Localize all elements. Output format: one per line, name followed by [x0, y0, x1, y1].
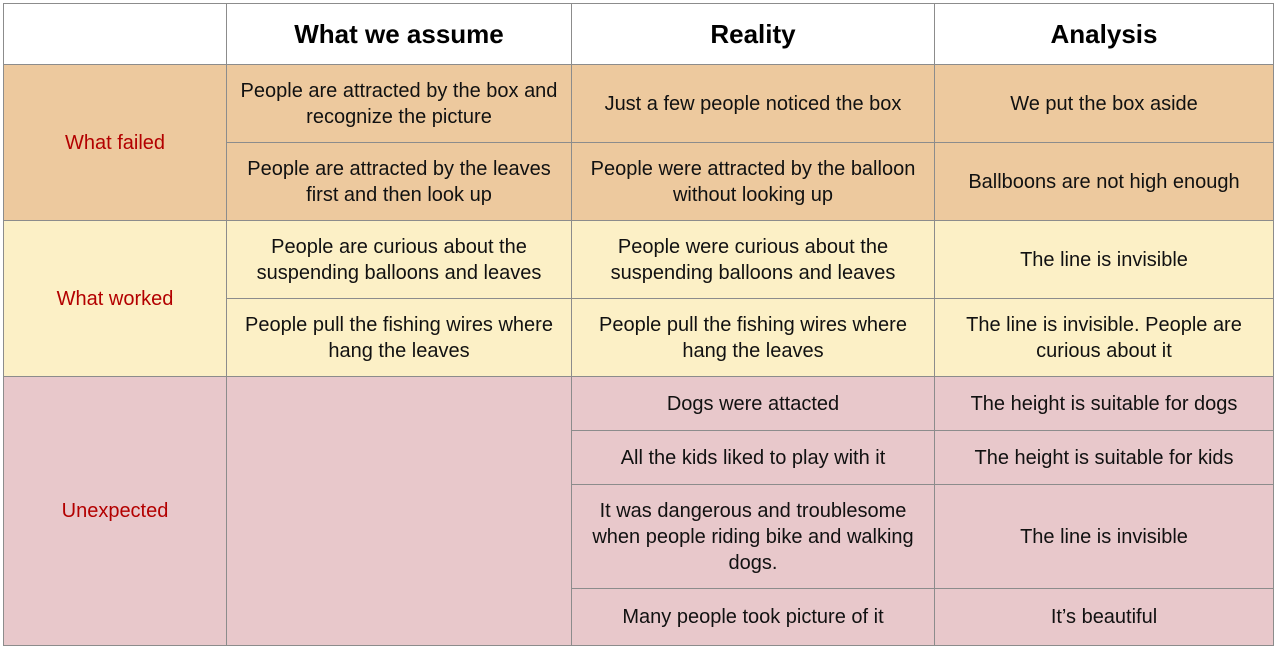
- cell-reality: Dogs were attacted: [571, 376, 935, 431]
- table-row: Unexpected Dogs were attacted The height…: [3, 376, 1274, 646]
- cell-analysis: The height is suitable for dogs: [934, 376, 1274, 431]
- header-row: What we assume Reality Analysis: [3, 3, 1274, 65]
- cell-assume-empty: [226, 376, 572, 646]
- table-row: What worked People are curious about the…: [3, 220, 1274, 377]
- header-analysis: Analysis: [934, 3, 1274, 65]
- header-reality: Reality: [571, 3, 935, 65]
- cell-assume: People are attracted by the leaves first…: [226, 142, 572, 221]
- group-label-what-failed: What failed: [3, 64, 227, 221]
- cell-reality: All the kids liked to play with it: [571, 430, 935, 485]
- cell-reality: Many people took picture of it: [571, 588, 935, 646]
- cell-analysis: The line is invisible: [934, 484, 1274, 589]
- cell-reality: People were curious about the suspending…: [571, 220, 935, 299]
- table-row: What failed People are attracted by the …: [3, 64, 1274, 221]
- header-corner: [3, 3, 227, 65]
- header-what-we-assume: What we assume: [226, 3, 572, 65]
- cell-assume: People are attracted by the box and reco…: [226, 64, 572, 143]
- cell-analysis: The height is suitable for kids: [934, 430, 1274, 485]
- cell-analysis: It’s beautiful: [934, 588, 1274, 646]
- group-label-unexpected: Unexpected: [3, 376, 227, 646]
- cell-analysis: The line is invisible: [934, 220, 1274, 299]
- cell-assume: People are curious about the suspending …: [226, 220, 572, 299]
- comparison-table: What we assume Reality Analysis What fai…: [3, 3, 1274, 646]
- cell-assume: People pull the fishing wires where hang…: [226, 298, 572, 377]
- cell-reality: It was dangerous and troublesome when pe…: [571, 484, 935, 589]
- group-label-what-worked: What worked: [3, 220, 227, 377]
- cell-analysis: The line is invisible. People are curiou…: [934, 298, 1274, 377]
- cell-reality: People were attracted by the balloon wit…: [571, 142, 935, 221]
- cell-analysis: Ballboons are not high enough: [934, 142, 1274, 221]
- cell-reality: Just a few people noticed the box: [571, 64, 935, 143]
- cell-analysis: We put the box aside: [934, 64, 1274, 143]
- cell-reality: People pull the fishing wires where hang…: [571, 298, 935, 377]
